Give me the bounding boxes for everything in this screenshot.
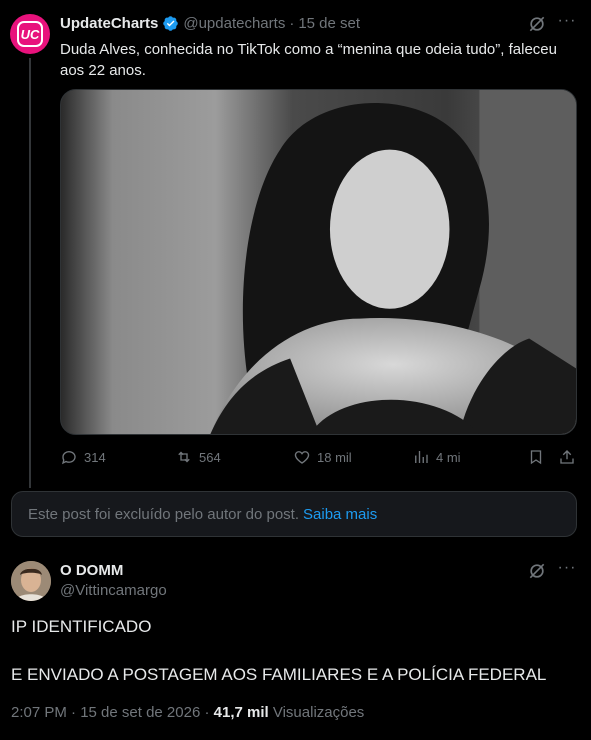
like-icon [294,451,310,464]
repost-icon [178,451,190,463]
author-name[interactable]: UpdateCharts [60,15,158,32]
reply-views-count: 41,7 mil [213,704,269,721]
share-icon [560,450,574,464]
post-text: Duda Alves, conhecida no TikTok como a “… [60,41,557,79]
reply-text-line-2: E ENVIADO A POSTAGEM AOS FAMILIARES E A … [11,665,547,684]
bookmark-icon [530,450,542,465]
more-icon[interactable]: ··· [557,560,577,581]
share-action[interactable] [558,448,576,466]
reply-author-name[interactable]: O DOMM [60,562,123,579]
reply-author-avatar[interactable] [11,561,51,601]
reply-timestamp[interactable]: 2:07 PM · 15 de set de 2026 · [11,704,209,721]
author-avatar[interactable]: UC [10,14,50,54]
like-action[interactable]: 18 mil [293,448,352,466]
reply-action[interactable]: 314 [60,448,106,466]
post-header: UpdateCharts @updatecharts · 15 de set [60,15,360,32]
views-action[interactable]: 4 mi [412,448,461,466]
grok-icon[interactable] [527,14,547,34]
reply-count: 314 [84,449,106,465]
post-date[interactable]: 15 de set [298,15,360,32]
post-actions: 314 564 18 mil 4 mi [60,448,577,470]
grok-icon[interactable] [527,561,547,581]
header-separator: · [289,15,295,32]
original-post[interactable]: UC UpdateCharts @updatecharts · 15 de se… [0,0,591,490]
deleted-notice-text: Este post foi excluído pelo autor do pos… [28,505,300,523]
like-count: 18 mil [317,449,352,465]
views-icon [415,451,428,463]
author-handle[interactable]: @updatecharts [183,15,285,32]
more-icon[interactable]: ··· [557,13,577,34]
bookmark-action[interactable] [527,448,545,466]
repost-count: 564 [199,449,221,465]
learn-more-link[interactable]: Saiba mais [303,506,377,523]
views-count: 4 mi [436,449,461,465]
repost-action[interactable]: 564 [175,448,221,466]
reply-text-line-1: IP IDENTIFICADO [11,617,152,636]
uc-logo: UC [17,21,43,47]
post-photo[interactable] [60,89,577,435]
deleted-post-notice: Este post foi excluído pelo autor do pos… [11,491,577,537]
reply-meta: 2:07 PM · 15 de set de 2026 · 41,7 mil V… [11,704,364,721]
verified-badge-icon [163,16,179,31]
thread-line [29,58,31,488]
reply-icon [61,451,76,465]
reply-views-label: Visualizações [272,704,365,721]
reply-author-handle[interactable]: @Vittincamargo [60,582,167,599]
